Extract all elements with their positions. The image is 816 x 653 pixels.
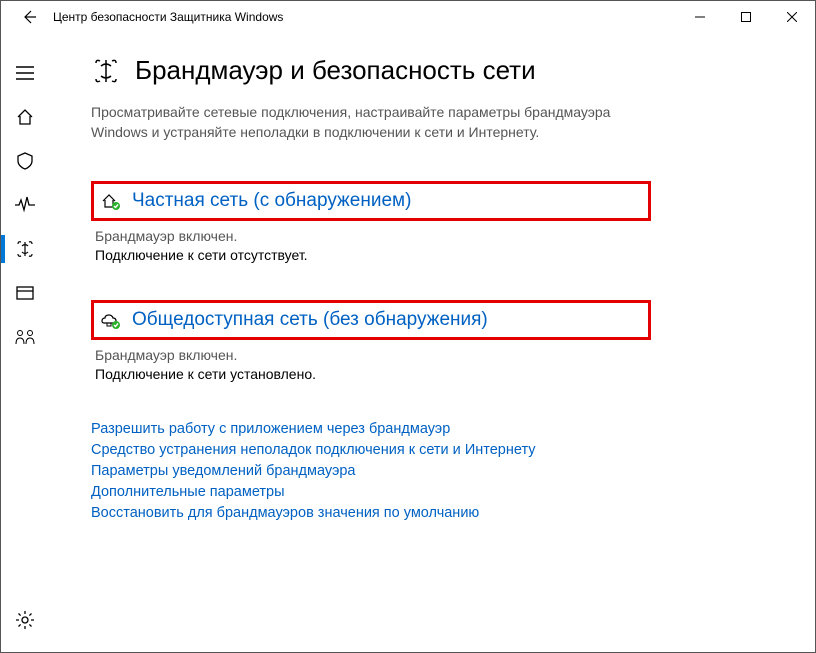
public-firewall-status: Брандмауэр включен. xyxy=(95,346,651,366)
private-network-title: Частная сеть (с обнаружением) xyxy=(132,190,411,212)
menu-button[interactable] xyxy=(1,51,49,95)
public-connection-status: Подключение к сети установлено. xyxy=(95,365,651,385)
nav-protection[interactable] xyxy=(1,139,49,183)
link-advanced[interactable]: Дополнительные параметры xyxy=(91,482,611,503)
link-troubleshoot[interactable]: Средство устранения неполадок подключени… xyxy=(91,440,611,461)
related-links: Разрешить работу с приложением через бра… xyxy=(91,419,611,524)
sidebar xyxy=(1,33,49,652)
nav-family[interactable] xyxy=(1,315,49,359)
nav-health[interactable] xyxy=(1,183,49,227)
link-restore-defaults[interactable]: Восстановить для брандмауэров значения п… xyxy=(91,503,611,524)
public-network-title: Общедоступная сеть (без обнаружения) xyxy=(132,309,488,331)
window-controls xyxy=(677,1,815,33)
page-title: Брандмауэр и безопасность сети xyxy=(135,55,536,86)
firewall-icon xyxy=(91,57,121,85)
close-button[interactable] xyxy=(769,1,815,33)
nav-home[interactable] xyxy=(1,95,49,139)
private-network-section: Частная сеть (с обнаружением) Брандмауэр… xyxy=(91,181,651,266)
public-network-icon xyxy=(100,310,122,330)
private-network-icon xyxy=(100,191,122,211)
private-network-link[interactable]: Частная сеть (с обнаружением) xyxy=(91,181,651,221)
private-firewall-status: Брандмауэр включен. xyxy=(95,227,651,247)
main-content: Брандмауэр и безопасность сети Просматри… xyxy=(49,33,815,652)
public-network-section: Общедоступная сеть (без обнаружения) Бра… xyxy=(91,300,651,385)
maximize-button[interactable] xyxy=(723,1,769,33)
nav-app-control[interactable] xyxy=(1,271,49,315)
page-description: Просматривайте сетевые подключения, наст… xyxy=(91,102,611,143)
link-notifications[interactable]: Параметры уведомлений брандмауэра xyxy=(91,461,611,482)
public-network-link[interactable]: Общедоступная сеть (без обнаружения) xyxy=(91,300,651,340)
nav-firewall[interactable] xyxy=(1,227,49,271)
back-button[interactable] xyxy=(9,1,49,33)
window-title: Центр безопасности Защитника Windows xyxy=(49,10,283,24)
link-allow-app[interactable]: Разрешить работу с приложением через бра… xyxy=(91,419,611,440)
private-connection-status: Подключение к сети отсутствует. xyxy=(95,246,651,266)
settings-button[interactable] xyxy=(1,598,49,642)
minimize-button[interactable] xyxy=(677,1,723,33)
